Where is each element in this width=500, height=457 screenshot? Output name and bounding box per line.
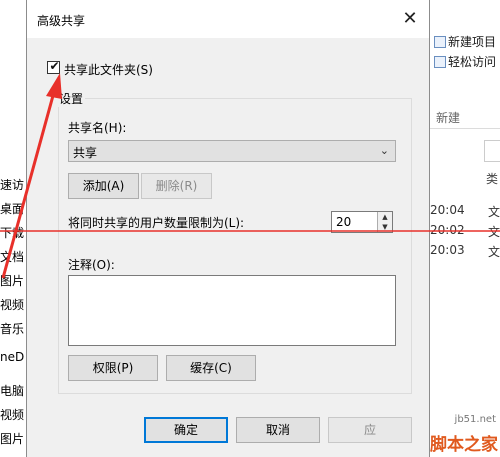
remove-button[interactable]: 删除(R) [141,173,212,199]
explorer-ribbon: 新建项目 轻松访问 新建 [430,0,500,129]
easy-access-command[interactable]: 轻松访问 [434,53,496,70]
apply-button[interactable]: 应 [328,417,412,443]
row-type: 文 [488,205,500,219]
explorer-content-pane: 新建项目 轻松访问 新建 类 20:04 文 20:02 文 20:03 文 [430,0,500,457]
user-limit-value[interactable]: 20 [336,215,351,229]
user-limit-stepper[interactable]: 20 ▲ ▼ [331,211,393,233]
share-name-dropdown[interactable]: 共享 ⌄ [68,140,396,162]
nav-item-pictures[interactable]: 图片 [0,272,24,289]
share-folder-label[interactable]: 共享此文件夹(S) [64,61,153,78]
dialog-title: 高级共享 [37,14,86,28]
row-type: 文 [488,225,500,239]
share-name-label: 共享名(H): [68,121,127,135]
column-header-type[interactable]: 类 [486,170,498,187]
row-time: 20:03 [430,243,465,257]
share-folder-checkbox[interactable]: ✔ [47,59,60,74]
caching-button[interactable]: 缓存(C) [166,355,256,381]
new-item-command[interactable]: 新建项目 [434,33,496,50]
nav-item-music[interactable]: 音乐 [0,320,24,337]
cancel-button[interactable]: 取消 [236,417,320,443]
comment-textarea[interactable] [68,275,396,346]
row-time: 20:02 [430,223,465,237]
chevron-down-icon: ⌄ [379,144,389,157]
nav-item-desktop[interactable]: 桌面 [0,200,24,217]
nav-item-documents[interactable]: 文档 [0,248,24,265]
checkmark-icon: ✔ [49,59,60,73]
ribbon-group-new: 新建 [436,111,461,125]
advanced-sharing-dialog: 高级共享 ✕ ✔ 共享此文件夹(S) 设置 共享名(H): 共享 ⌄ 添加(A)… [26,0,430,457]
nav-item-videos[interactable]: 视频 [0,296,24,313]
nav-item-pc-videos[interactable]: 视频 [0,406,24,423]
share-name-value: 共享 [73,146,98,160]
user-limit-label: 将同时共享的用户数量限制为(L): [68,216,245,230]
nav-item-downloads[interactable]: 下载 [0,224,24,241]
add-button[interactable]: 添加(A) [68,173,139,199]
settings-group-label: 设置 [57,90,86,107]
dialog-titlebar[interactable]: 高级共享 ✕ [27,0,429,38]
spin-down-icon[interactable]: ▼ [377,222,392,232]
ok-button[interactable]: 确定 [144,417,228,443]
nav-item-this-pc[interactable]: 电脑 [0,382,24,399]
nav-item-quick-access[interactable]: 速访 [0,176,24,193]
easy-access-icon [434,56,446,68]
nav-item-pc-pictures[interactable]: 图片 [0,430,24,447]
nav-item-onedrive[interactable]: neD [0,350,24,364]
row-time: 20:04 [430,203,465,217]
permissions-button[interactable]: 权限(P) [68,355,158,381]
watermark-brand: 脚本之家 [430,435,498,455]
new-item-icon [434,36,446,48]
row-type: 文 [488,245,500,259]
watermark-url: jb51.net [454,414,496,425]
search-box-edge[interactable] [484,140,500,162]
close-icon[interactable]: ✕ [397,6,423,32]
comment-label: 注释(O): [68,258,115,272]
watermark: jb51.net 脚本之家 [430,412,500,457]
